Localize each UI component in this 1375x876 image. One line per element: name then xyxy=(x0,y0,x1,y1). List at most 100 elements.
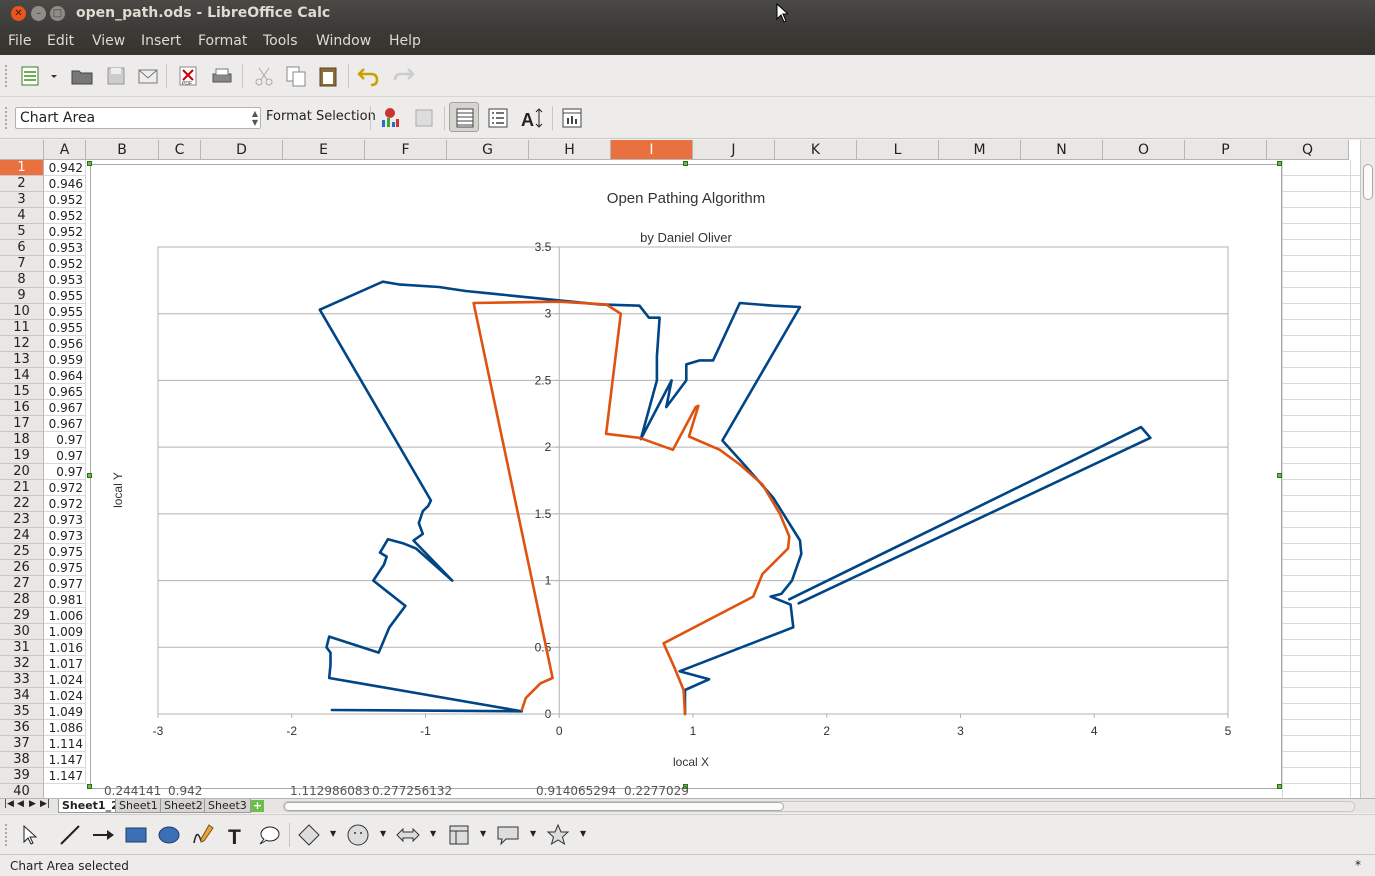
cell-a21[interactable]: 0.972 xyxy=(44,480,86,496)
cell-a22[interactable]: 0.972 xyxy=(44,496,86,512)
callout-tool-icon[interactable] xyxy=(257,823,281,847)
new-spreadsheet-icon[interactable] xyxy=(18,64,42,88)
column-header-p[interactable]: P xyxy=(1185,140,1267,160)
cell-a36[interactable]: 1.086 xyxy=(44,720,86,736)
menu-insert[interactable]: Insert xyxy=(141,33,181,49)
cell-a15[interactable]: 0.965 xyxy=(44,384,86,400)
cell-a34[interactable]: 1.024 xyxy=(44,688,86,704)
row-header-26[interactable]: 26 xyxy=(0,560,44,576)
vertical-scrollbar[interactable] xyxy=(1360,140,1375,798)
text-tool-icon[interactable]: T xyxy=(224,823,248,847)
row-header-34[interactable]: 34 xyxy=(0,688,44,704)
row-header-7[interactable]: 7 xyxy=(0,256,44,272)
row-header-25[interactable]: 25 xyxy=(0,544,44,560)
cell-i40[interactable]: 0.2277029 xyxy=(624,784,689,798)
column-header-k[interactable]: K xyxy=(775,140,857,160)
column-header-h[interactable]: H xyxy=(529,140,611,160)
cell-a5[interactable]: 0.952 xyxy=(44,224,86,240)
cell-a39[interactable]: 1.147 xyxy=(44,768,86,784)
symbol-shapes-icon[interactable] xyxy=(346,823,370,847)
cell-a4[interactable]: 0.952 xyxy=(44,208,86,224)
row-header-28[interactable]: 28 xyxy=(0,592,44,608)
sheet-tab-sheet2[interactable]: Sheet2 xyxy=(160,799,207,813)
column-header-c[interactable]: C xyxy=(159,140,201,160)
cell-a24[interactable]: 0.973 xyxy=(44,528,86,544)
callouts-icon[interactable] xyxy=(496,823,520,847)
redo-icon[interactable] xyxy=(392,64,416,88)
export-pdf-icon[interactable]: PDF xyxy=(176,64,200,88)
cell-a17[interactable]: 0.967 xyxy=(44,416,86,432)
cell-e40[interactable]: 1.112986083 xyxy=(290,784,370,798)
data-table-icon[interactable] xyxy=(412,106,436,130)
tab-nav-first-icon[interactable]: |◀ xyxy=(4,799,14,809)
cell-a38[interactable]: 1.147 xyxy=(44,752,86,768)
cell-a6[interactable]: 0.953 xyxy=(44,240,86,256)
cell-b40[interactable]: 0.244141 xyxy=(104,784,161,798)
column-header-n[interactable]: N xyxy=(1021,140,1103,160)
row-header-27[interactable]: 27 xyxy=(0,576,44,592)
cell-a20[interactable]: 0.97 xyxy=(44,464,86,480)
row-header-4[interactable]: 4 xyxy=(0,208,44,224)
row-header-9[interactable]: 9 xyxy=(0,288,44,304)
toolbar-grip[interactable] xyxy=(5,824,8,846)
column-header-g[interactable]: G xyxy=(447,140,529,160)
cell-a13[interactable]: 0.959 xyxy=(44,352,86,368)
rectangle-tool-icon[interactable] xyxy=(124,823,148,847)
cell-a9[interactable]: 0.955 xyxy=(44,288,86,304)
tab-nav-next-icon[interactable]: ▶ xyxy=(29,799,36,809)
cell-a37[interactable]: 1.114 xyxy=(44,736,86,752)
row-header-32[interactable]: 32 xyxy=(0,656,44,672)
row-header-19[interactable]: 19 xyxy=(0,448,44,464)
column-header-j[interactable]: J xyxy=(693,140,775,160)
cell-a1[interactable]: 0.942 xyxy=(44,160,86,176)
tab-nav-prev-icon[interactable]: ◀ xyxy=(17,799,24,809)
cell-a18[interactable]: 0.97 xyxy=(44,432,86,448)
row-header-13[interactable]: 13 xyxy=(0,352,44,368)
cell-a35[interactable]: 1.049 xyxy=(44,704,86,720)
row-header-8[interactable]: 8 xyxy=(0,272,44,288)
cell-a30[interactable]: 1.009 xyxy=(44,624,86,640)
row-header-2[interactable]: 2 xyxy=(0,176,44,192)
row-header-30[interactable]: 30 xyxy=(0,624,44,640)
cell-f40[interactable]: 0.277256132 xyxy=(372,784,452,798)
ellipse-tool-icon[interactable] xyxy=(157,823,181,847)
sheet-tab-sheet1[interactable]: Sheet1 xyxy=(115,799,162,813)
select-all-corner[interactable] xyxy=(0,140,44,160)
cell-a26[interactable]: 0.975 xyxy=(44,560,86,576)
copy-icon[interactable] xyxy=(284,64,308,88)
cut-icon[interactable] xyxy=(252,64,276,88)
row-header-39[interactable]: 39 xyxy=(0,768,44,784)
row-header-36[interactable]: 36 xyxy=(0,720,44,736)
cell-a28[interactable]: 0.981 xyxy=(44,592,86,608)
row-header-20[interactable]: 20 xyxy=(0,464,44,480)
menu-view[interactable]: View xyxy=(92,33,125,49)
print-icon[interactable] xyxy=(210,64,234,88)
basic-shapes-icon[interactable] xyxy=(297,823,321,847)
menu-window[interactable]: Window xyxy=(316,33,371,49)
line-tool-icon[interactable] xyxy=(58,823,82,847)
menu-file[interactable]: File xyxy=(8,33,31,49)
row-header-14[interactable]: 14 xyxy=(0,368,44,384)
close-window-button[interactable]: ✕ xyxy=(11,6,26,21)
maximize-window-button[interactable]: □ xyxy=(50,6,65,21)
row-header-23[interactable]: 23 xyxy=(0,512,44,528)
column-header-d[interactable]: D xyxy=(201,140,283,160)
tab-nav-last-icon[interactable]: ▶| xyxy=(40,799,50,809)
cell-a19[interactable]: 0.97 xyxy=(44,448,86,464)
stars-icon[interactable] xyxy=(546,823,570,847)
vertical-scroll-thumb[interactable] xyxy=(1363,164,1373,200)
menu-format[interactable]: Format xyxy=(198,33,247,49)
horizontal-grids-button[interactable] xyxy=(449,102,479,132)
row-header-3[interactable]: 3 xyxy=(0,192,44,208)
column-header-m[interactable]: M xyxy=(939,140,1021,160)
column-header-i[interactable]: I xyxy=(611,140,693,160)
column-header-o[interactable]: O xyxy=(1103,140,1185,160)
cell-a10[interactable]: 0.955 xyxy=(44,304,86,320)
cell-a8[interactable]: 0.953 xyxy=(44,272,86,288)
chart-element-select[interactable]: Chart Area ▲ ▼ xyxy=(15,107,261,129)
row-header-33[interactable]: 33 xyxy=(0,672,44,688)
row-header-37[interactable]: 37 xyxy=(0,736,44,752)
cell-a11[interactable]: 0.955 xyxy=(44,320,86,336)
cell-a14[interactable]: 0.964 xyxy=(44,368,86,384)
horizontal-scroll-thumb[interactable] xyxy=(284,802,784,811)
